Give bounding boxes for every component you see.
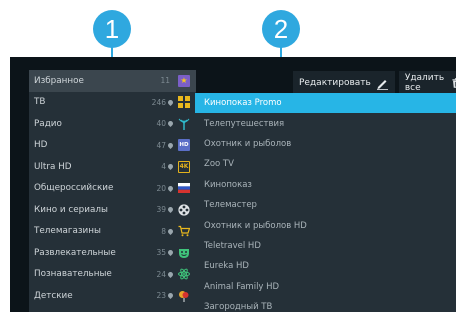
pin-icon: [166, 141, 175, 149]
category-label: HD: [34, 140, 48, 151]
category-count: 20: [156, 183, 166, 193]
channel-item[interactable]: Teletravel HD: [195, 236, 456, 256]
grid-icon: [178, 96, 190, 109]
category-count: 35: [156, 248, 166, 258]
balloon-icon: [178, 290, 190, 302]
pin-icon: [166, 98, 175, 106]
category-item-entertainment[interactable]: Развлекательные 35: [29, 242, 196, 264]
pin-icon: [166, 292, 175, 300]
flag-icon: [178, 182, 190, 194]
channel-list: Кинопоказ Promo Телепутешествия Охотник …: [195, 93, 456, 312]
channel-item[interactable]: Кинопоказ: [195, 175, 456, 195]
channel-item[interactable]: Zoo TV: [195, 154, 456, 174]
channel-item[interactable]: Кинопоказ Promo: [195, 93, 456, 114]
category-count: 39: [156, 205, 166, 215]
delete-all-button[interactable]: Удалить все: [398, 71, 456, 95]
category-item-kids[interactable]: Детские 23: [29, 285, 196, 307]
pin-icon: [166, 206, 175, 214]
category-count: 4: [161, 162, 166, 172]
edit-button[interactable]: Редактировать: [293, 71, 395, 95]
category-label: Избранное: [34, 75, 84, 86]
pin-icon: [166, 249, 175, 257]
channel-item[interactable]: Animal Family HD: [195, 277, 456, 297]
category-label: Ultra HD: [34, 161, 72, 172]
pin-icon: [166, 270, 175, 278]
pin-icon: [166, 120, 175, 128]
channel-item[interactable]: Eureka HD: [195, 256, 456, 276]
cart-icon: [178, 225, 190, 237]
pencil-icon: [376, 79, 388, 90]
antenna-icon: [178, 118, 190, 130]
channel-item[interactable]: Охотник и рыболов: [195, 134, 456, 154]
category-label: Радио: [34, 118, 62, 129]
category-label: ТВ: [34, 97, 46, 108]
channel-toolbar: Редактировать Удалить все: [293, 71, 456, 95]
category-label: Общероссийские: [34, 183, 114, 194]
category-item-hd[interactable]: HD 47 HD: [29, 135, 196, 157]
trash-icon: [452, 78, 456, 88]
delete-all-button-label: Удалить все: [404, 73, 445, 93]
category-count: 40: [156, 119, 166, 129]
channel-item[interactable]: Телемастер: [195, 195, 456, 215]
category-count: 24: [156, 269, 166, 279]
callout-marker-1: 1: [93, 10, 131, 48]
callout-marker-2: 2: [262, 10, 300, 48]
category-list: Избранное 11 ★ ТВ 246 Радио 40 HD 47 HD: [29, 70, 196, 312]
channel-item[interactable]: Охотник и рыболов HD: [195, 215, 456, 235]
channel-item[interactable]: Загородный ТВ: [195, 297, 456, 312]
star-icon: ★: [178, 74, 190, 87]
category-count: 246: [151, 97, 166, 107]
pin-icon: [166, 163, 175, 171]
category-label: Развлекательные: [34, 247, 116, 258]
category-item-radio[interactable]: Радио 40: [29, 113, 196, 135]
tv-screen: Избранное 11 ★ ТВ 246 Радио 40 HD 47 HD: [10, 57, 456, 312]
mask-icon: [178, 247, 190, 259]
pin-icon: [166, 227, 175, 235]
category-count: 8: [161, 226, 166, 236]
category-item-shopping[interactable]: Телемагазины 8: [29, 221, 196, 243]
category-item-favorites[interactable]: Избранное 11 ★: [29, 70, 196, 92]
category-label: Кино и сериалы: [34, 204, 108, 215]
category-count: 11: [160, 76, 170, 86]
edit-button-label: Редактировать: [299, 78, 371, 88]
category-count: 47: [156, 140, 166, 150]
atom-icon: [178, 268, 190, 280]
category-label: Телемагазины: [34, 226, 101, 237]
channel-item[interactable]: Телепутешествия: [195, 113, 456, 133]
category-item-tv[interactable]: ТВ 246: [29, 92, 196, 114]
film-reel-icon: [178, 204, 190, 216]
category-item-educational[interactable]: Познавательные 24: [29, 264, 196, 286]
hd-icon: HD: [178, 139, 190, 152]
category-item-ultra-hd[interactable]: Ultra HD 4 4K: [29, 156, 196, 178]
category-item-movies[interactable]: Кино и сериалы 39: [29, 199, 196, 221]
pin-icon: [166, 184, 175, 192]
category-label: Детские: [34, 290, 73, 301]
category-item-national[interactable]: Общероссийские 20: [29, 178, 196, 200]
category-label: Познавательные: [34, 269, 112, 280]
4k-icon: 4K: [178, 160, 190, 173]
category-count: 23: [156, 291, 166, 301]
